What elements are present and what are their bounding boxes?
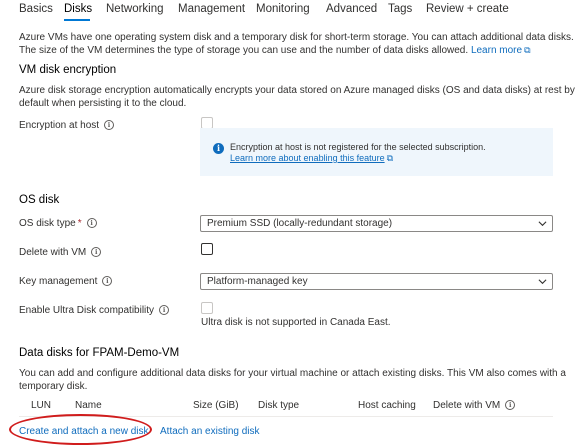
os-disk-type-text: OS disk type bbox=[19, 218, 76, 229]
column-delete-with-vm-text: Delete with VM bbox=[433, 400, 501, 411]
column-name: Name bbox=[75, 400, 102, 411]
ultra-disk-label: Enable Ultra Disk compatibility i bbox=[19, 305, 170, 316]
os-disk-type-value: Premium SSD (locally-redundant storage) bbox=[207, 218, 393, 229]
key-management-select[interactable]: Platform-managed key bbox=[200, 273, 553, 290]
os-disk-type-select[interactable]: Premium SSD (locally-redundant storage) bbox=[200, 215, 553, 232]
external-link-icon: ⧉ bbox=[524, 45, 531, 55]
info-icon[interactable]: i bbox=[91, 247, 102, 257]
tab-networking[interactable]: Networking bbox=[106, 3, 164, 15]
data-disks-desc-line-2: temporary disk. bbox=[19, 381, 88, 392]
os-disk-heading: OS disk bbox=[19, 194, 60, 206]
tab-advanced[interactable]: Advanced bbox=[326, 3, 377, 15]
ultra-disk-checkbox[interactable] bbox=[201, 302, 213, 314]
tab-disks[interactable]: Disks bbox=[64, 3, 92, 15]
learn-more-link[interactable]: Learn more bbox=[471, 45, 522, 56]
chevron-down-icon bbox=[538, 221, 547, 227]
column-disk-type: Disk type bbox=[258, 400, 300, 411]
required-marker: * bbox=[77, 218, 82, 229]
data-disks-desc-line-1: You can add and configure additional dat… bbox=[19, 368, 566, 379]
encryption-at-host-label: Encryption at host i bbox=[19, 120, 115, 131]
encryption-at-host-text: Encryption at host bbox=[19, 120, 100, 131]
info-icon[interactable]: i bbox=[86, 218, 97, 228]
encryption-info-text: Encryption at host is not registered for… bbox=[230, 142, 486, 164]
encryption-desc-line-2: default when persisting it to the cloud. bbox=[19, 98, 187, 109]
create-and-attach-disk-button[interactable]: Create and attach a new disk bbox=[19, 426, 149, 437]
encryption-heading: VM disk encryption bbox=[19, 64, 117, 76]
encryption-desc-line-1: Azure disk storage encryption automatica… bbox=[19, 85, 575, 96]
active-tab-indicator bbox=[64, 19, 90, 21]
key-management-value: Platform-managed key bbox=[207, 276, 308, 287]
info-icon[interactable]: i bbox=[159, 305, 170, 315]
encryption-info-message: Encryption at host is not registered for… bbox=[230, 142, 486, 152]
tab-basics[interactable]: Basics bbox=[19, 3, 53, 15]
key-management-text: Key management bbox=[19, 276, 98, 287]
intro-text: Azure VMs have one operating system disk… bbox=[19, 31, 574, 57]
info-icon[interactable]: i bbox=[102, 276, 113, 286]
info-icon[interactable]: i bbox=[505, 400, 516, 410]
ultra-disk-text: Enable Ultra Disk compatibility bbox=[19, 305, 155, 316]
column-delete-with-vm: Delete with VM i bbox=[433, 400, 516, 411]
column-host-caching: Host caching bbox=[358, 400, 416, 411]
intro-line-2: The size of the VM determines the type o… bbox=[19, 45, 469, 56]
info-icon[interactable]: i bbox=[104, 120, 115, 130]
column-size: Size (GiB) bbox=[193, 400, 239, 411]
ultra-disk-note: Ultra disk is not supported in Canada Ea… bbox=[201, 317, 391, 328]
delete-with-vm-checkbox[interactable] bbox=[201, 243, 213, 255]
delete-with-vm-label: Delete with VM i bbox=[19, 247, 102, 258]
key-management-label: Key management i bbox=[19, 276, 113, 287]
data-disks-description: You can add and configure additional dat… bbox=[19, 367, 566, 393]
column-lun: LUN bbox=[31, 400, 52, 411]
intro-line-1: Azure VMs have one operating system disk… bbox=[19, 32, 574, 43]
encryption-info-box: i Encryption at host is not registered f… bbox=[200, 128, 553, 176]
info-icon: i bbox=[213, 143, 224, 154]
enable-feature-link[interactable]: Learn more about enabling this feature bbox=[230, 153, 385, 163]
data-disks-heading: Data disks for FPAM-Demo-VM bbox=[19, 347, 180, 359]
chevron-down-icon bbox=[538, 279, 547, 285]
tab-review-create[interactable]: Review + create bbox=[426, 3, 509, 15]
table-divider bbox=[19, 416, 553, 417]
delete-with-vm-text: Delete with VM bbox=[19, 247, 87, 258]
tab-management[interactable]: Management bbox=[178, 3, 245, 15]
encryption-description: Azure disk storage encryption automatica… bbox=[19, 84, 575, 110]
tab-tags[interactable]: Tags bbox=[388, 3, 412, 15]
attach-existing-disk-button[interactable]: Attach an existing disk bbox=[160, 426, 260, 437]
tab-bar: Basics Disks Networking Management Monit… bbox=[0, 0, 587, 22]
external-link-icon: ⧉ bbox=[386, 153, 394, 163]
tab-monitoring[interactable]: Monitoring bbox=[256, 3, 310, 15]
os-disk-type-label: OS disk type * i bbox=[19, 218, 97, 229]
